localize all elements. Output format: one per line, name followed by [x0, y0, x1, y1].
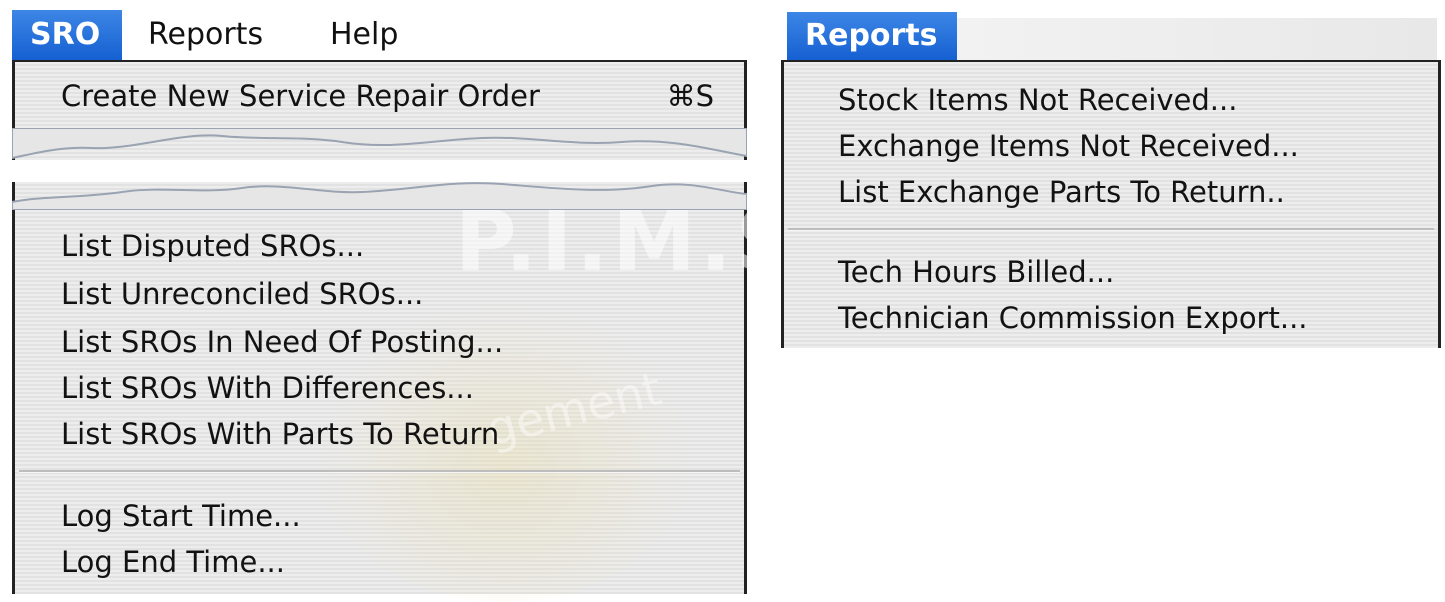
menu-item-label: Log Start Time...: [61, 499, 301, 533]
menu-item-label: Exchange Items Not Received...: [838, 129, 1299, 163]
menu-item-log-start[interactable]: Log Start Time...: [15, 496, 744, 536]
menubar: SRO Reports Help: [12, 10, 747, 60]
reports-menu: Stock Items Not Received... Exchange Ite…: [781, 60, 1441, 348]
menu-item-label: Tech Hours Billed...: [838, 255, 1115, 289]
menu-item-label: Log End Time...: [61, 545, 285, 579]
torn-edge-bottom: [12, 182, 747, 210]
menu-item-exchange-not-received[interactable]: Exchange Items Not Received...: [784, 126, 1438, 166]
menu-item-list-disputed[interactable]: List Disputed SROs...: [15, 226, 744, 266]
menubar-sro[interactable]: SRO: [12, 10, 122, 60]
menu-item-list-unreconciled[interactable]: List Unreconciled SROs...: [15, 274, 744, 314]
menu-item-list-exchange-parts[interactable]: List Exchange Parts To Return..: [784, 172, 1438, 212]
menu-item-label: Stock Items Not Received...: [838, 83, 1238, 117]
menu-item-stock-not-received[interactable]: Stock Items Not Received...: [784, 80, 1438, 120]
menu-item-label: Technician Commission Export...: [838, 301, 1308, 335]
menubar-reports[interactable]: Reports: [130, 10, 305, 60]
menu-item-tech-hours[interactable]: Tech Hours Billed...: [784, 252, 1438, 292]
menu-item-label: List Disputed SROs...: [61, 229, 365, 263]
menubar-background: [957, 18, 1437, 60]
menu-item-label: List SROs With Differences...: [61, 371, 474, 405]
torn-edge-top: [12, 128, 747, 160]
menu-item-create-sro[interactable]: Create New Service Repair Order ⌘S: [15, 76, 744, 116]
menu-separator: [788, 228, 1434, 231]
menu-item-label: List Exchange Parts To Return..: [838, 175, 1285, 209]
menu-item-label: List SROs With Parts To Return: [61, 417, 500, 451]
menu-item-label: List SROs In Need Of Posting...: [61, 325, 504, 359]
sro-menu-bottom: P.I.M.S gement List Disputed SROs... Lis…: [12, 182, 796, 602]
menu-item-list-differences[interactable]: List SROs With Differences...: [15, 368, 744, 408]
menu-item-log-end[interactable]: Log End Time...: [15, 542, 744, 582]
shortcut-label: ⌘S: [666, 79, 714, 113]
menubar-help[interactable]: Help: [312, 10, 432, 60]
menu-item-list-parts-return[interactable]: List SROs With Parts To Return: [15, 414, 744, 454]
menu-item-label: List Unreconciled SROs...: [61, 277, 424, 311]
menubar-reports-active[interactable]: Reports: [787, 12, 957, 60]
menu-item-list-need-posting[interactable]: List SROs In Need Of Posting...: [15, 322, 744, 362]
menu-separator: [19, 470, 740, 473]
menu-item-label: Create New Service Repair Order: [61, 79, 540, 113]
menu-item-commission-export[interactable]: Technician Commission Export...: [784, 298, 1438, 338]
